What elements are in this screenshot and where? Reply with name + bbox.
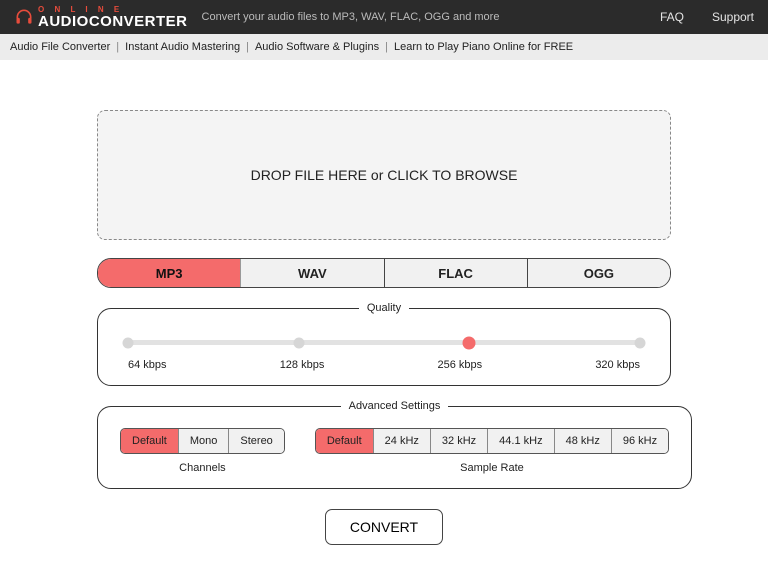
- dropzone[interactable]: DROP FILE HERE or CLICK TO BROWSE: [97, 110, 671, 240]
- quality-slider[interactable]: 64 kbps 128 kbps 256 kbps 320 kbps: [128, 340, 640, 371]
- samplerate-24[interactable]: 24 kHz: [374, 429, 431, 453]
- dropzone-text: DROP FILE HERE or CLICK TO BROWSE: [251, 167, 518, 183]
- tagline: Convert your audio files to MP3, WAV, FL…: [202, 11, 500, 23]
- quality-label-256: 256 kbps: [438, 359, 483, 371]
- format-tabs: MP3 WAV FLAC OGG: [97, 258, 671, 288]
- samplerate-96[interactable]: 96 kHz: [612, 429, 668, 453]
- quality-stop-64[interactable]: [123, 337, 134, 348]
- channels-group: Default Mono Stereo: [120, 428, 285, 454]
- quality-stop-320[interactable]: [635, 337, 646, 348]
- subnav-audio-software-plugins[interactable]: Audio Software & Plugins: [255, 41, 379, 53]
- subnav-audio-file-converter[interactable]: Audio File Converter: [10, 41, 110, 53]
- tab-ogg[interactable]: OGG: [528, 259, 670, 287]
- quality-label-128: 128 kbps: [280, 359, 325, 371]
- channels-mono[interactable]: Mono: [179, 429, 230, 453]
- subnav-instant-audio-mastering[interactable]: Instant Audio Mastering: [125, 41, 240, 53]
- logo[interactable]: O N L I N E AUDIOCONVERTER: [14, 6, 188, 29]
- channels-default[interactable]: Default: [121, 429, 179, 453]
- channels-label: Channels: [120, 462, 285, 474]
- samplerate-default[interactable]: Default: [316, 429, 374, 453]
- convert-button[interactable]: CONVERT: [325, 509, 443, 545]
- quality-stop-128[interactable]: [293, 337, 304, 348]
- advanced-panel: Advanced Settings Default Mono Stereo Ch…: [97, 400, 692, 489]
- advanced-legend: Advanced Settings: [341, 400, 449, 412]
- samplerate-group: Default 24 kHz 32 kHz 44.1 kHz 48 kHz 96…: [315, 428, 669, 454]
- quality-panel: Quality 64 kbps 128 kbps 256 kbps 320 kb…: [97, 302, 671, 386]
- tab-mp3[interactable]: MP3: [98, 259, 241, 287]
- samplerate-32[interactable]: 32 kHz: [431, 429, 488, 453]
- subnav-learn-piano[interactable]: Learn to Play Piano Online for FREE: [394, 41, 573, 53]
- channels-stereo[interactable]: Stereo: [229, 429, 283, 453]
- samplerate-48[interactable]: 48 kHz: [555, 429, 612, 453]
- nav-support[interactable]: Support: [712, 10, 754, 24]
- quality-label-64: 64 kbps: [128, 359, 167, 371]
- samplerate-label: Sample Rate: [315, 462, 669, 474]
- quality-stop-256[interactable]: [463, 336, 476, 349]
- headphones-icon: [14, 7, 34, 27]
- nav-faq[interactable]: FAQ: [660, 10, 684, 24]
- logo-main-text: AUDIOCONVERTER: [38, 14, 188, 29]
- quality-legend: Quality: [359, 302, 409, 314]
- samplerate-44[interactable]: 44.1 kHz: [488, 429, 554, 453]
- top-bar: O N L I N E AUDIOCONVERTER Convert your …: [0, 0, 768, 34]
- top-nav: FAQ Support: [660, 10, 754, 24]
- tab-wav[interactable]: WAV: [241, 259, 384, 287]
- quality-label-320: 320 kbps: [595, 359, 640, 371]
- sub-nav: Audio File Converter| Instant Audio Mast…: [0, 34, 768, 60]
- tab-flac[interactable]: FLAC: [385, 259, 528, 287]
